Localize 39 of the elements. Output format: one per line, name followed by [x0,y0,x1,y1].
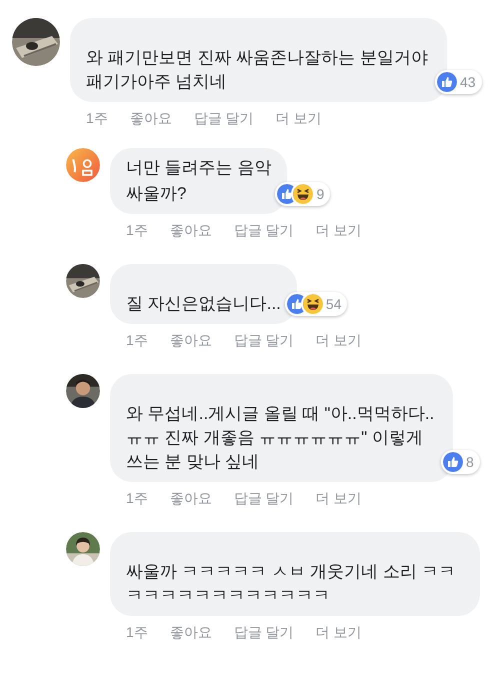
more-link[interactable]: 더 보기 [316,488,362,508]
comment-text: 와 패기만보면 진짜 싸움존나잘하는 분일거야 패기가아주 넘치네 [86,47,429,93]
reaction-count: 43 [460,73,476,91]
comment-text: 싸울까 ㅋㅋㅋㅋㅋ ㅅㅂ 개웃기네 소리 ㅋㅋㅋㅋㅋㅋㅋㅋㅋㅋㅋㅋㅋㅋ [126,561,457,607]
like-icon [286,294,307,314]
more-link[interactable]: 더 보기 [316,330,362,350]
like-link[interactable]: 좋아요 [130,108,172,128]
reaction-count: 54 [326,295,342,313]
like-link[interactable]: 좋아요 [170,330,212,350]
time-label: 1주 [126,221,148,240]
comment-text: 와 무섭네..게시글 올릴 때 "아..먹먹하다..ㅠㅠ 진짜 개좋음 ㅠㅠㅠㅠㅠㅠ" 이렇게 쓰는 분 맞나 싶네 [126,403,436,473]
time-label: 1주 [126,623,148,642]
reply-link[interactable]: 답글 달기 [234,622,294,642]
time-label: 1주 [86,109,108,128]
reaction-badge[interactable]: 54 [284,292,348,316]
laughing-face-icon [302,294,323,314]
like-link[interactable]: 좋아요 [170,622,212,642]
reaction-count: 9 [316,185,324,203]
reply-link[interactable]: 답글 달기 [234,330,294,350]
like-link[interactable]: 좋아요 [170,220,212,240]
like-link[interactable]: 좋아요 [170,488,212,508]
reply-link[interactable]: 답글 달기 [234,220,294,240]
like-icon [443,452,463,472]
comment-text: 싸울까? [126,183,188,205]
reaction-badge[interactable]: 8 [441,450,480,474]
time-label: 1주 [126,489,148,508]
more-link[interactable]: 더 보기 [316,622,362,642]
reaction-count: 8 [466,453,474,471]
reaction-badge[interactable]: 43 [435,70,482,94]
author-name[interactable]: 너만 들려주는 음악 [126,156,272,180]
time-label: 1주 [126,331,148,350]
like-icon [437,72,457,92]
reply-link[interactable]: 답글 달기 [234,488,294,508]
reaction-badge[interactable]: 9 [275,182,330,206]
more-link[interactable]: 더 보기 [316,220,362,240]
comment-text: 질 자신은없습니다... [126,293,281,315]
more-link[interactable]: 더 보기 [276,108,322,128]
reply-link[interactable]: 답글 달기 [194,108,254,128]
laughing-face-icon [293,184,314,204]
